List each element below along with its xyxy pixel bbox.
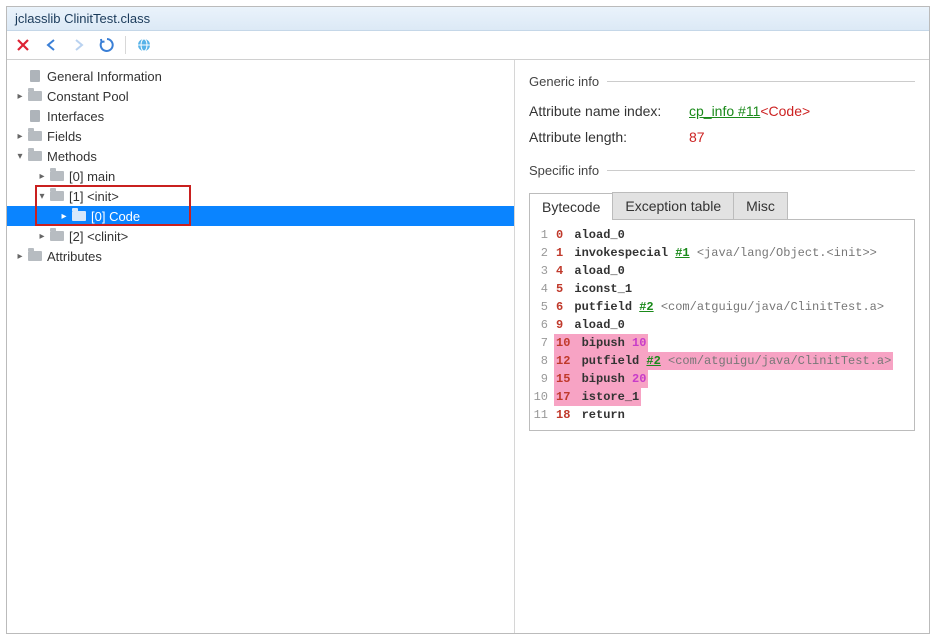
bytecode-row: 69 aload_0 <box>532 316 912 334</box>
bytecode-listing: 10 aload_021 invokespecial #1 <java/lang… <box>529 220 915 431</box>
tree-item[interactable]: ▸ [0] main <box>7 166 514 186</box>
titlebar: jclasslib ClinitTest.class <box>7 7 929 31</box>
cp-ref[interactable]: #2 <box>646 354 660 368</box>
close-icon[interactable] <box>13 35 33 55</box>
folder-icon <box>49 229 65 243</box>
chevron-right-icon[interactable]: ▸ <box>35 231 49 242</box>
chevron-right-icon[interactable]: ▸ <box>57 211 71 222</box>
tabs: BytecodeException tableMisc <box>529 192 915 220</box>
folder-icon <box>49 169 65 183</box>
globe-icon[interactable] <box>134 35 154 55</box>
folder-icon <box>27 89 43 103</box>
tree-label: Constant Pool <box>47 89 129 104</box>
chevron-right-icon[interactable]: ▸ <box>13 131 27 142</box>
cp-link[interactable]: cp_info #11 <box>689 103 760 119</box>
kv-key: Attribute length: <box>529 129 689 145</box>
bytecode-row: 710 bipush 10 <box>532 334 912 352</box>
cp-ref[interactable]: #1 <box>675 246 689 260</box>
kv-key: Attribute name index: <box>529 103 689 119</box>
generic-header: Generic info <box>529 74 915 89</box>
bytecode-row: 10 aload_0 <box>532 226 912 244</box>
tab-bytecode[interactable]: Bytecode <box>529 193 613 220</box>
tree-item[interactable]: ▸ [0] Code <box>7 206 514 226</box>
back-icon[interactable] <box>41 35 61 55</box>
tree-item[interactable]: Interfaces <box>7 106 514 126</box>
kv-value: 87 <box>689 129 705 145</box>
details-panel: Generic info Attribute name index:cp_inf… <box>515 60 929 633</box>
tree-item[interactable]: ▾ [1] <init> <box>7 186 514 206</box>
cp-ref[interactable]: #2 <box>639 300 653 314</box>
chevron-right-icon[interactable]: ▸ <box>13 91 27 102</box>
tree[interactable]: General Information ▸ Constant Pool Interfa… <box>7 60 515 633</box>
toolbar <box>7 31 929 60</box>
folder-icon <box>71 209 87 223</box>
kv-row: Attribute length:87 <box>529 129 915 145</box>
tree-label: Interfaces <box>47 109 104 124</box>
folder-icon <box>27 249 43 263</box>
tree-label: [2] <clinit> <box>69 229 128 244</box>
chevron-down-icon[interactable]: ▾ <box>13 151 27 162</box>
refresh-icon[interactable] <box>97 35 117 55</box>
folder-icon <box>49 189 65 203</box>
bytecode-row: 56 putfield #2 <com/atguigu/java/ClinitT… <box>532 298 912 316</box>
file-icon <box>27 109 43 123</box>
kv-row: Attribute name index:cp_info #11 <Code> <box>529 103 915 119</box>
bytecode-row: 45 iconst_1 <box>532 280 912 298</box>
tree-item[interactable]: ▸ Fields <box>7 126 514 146</box>
tree-label: Methods <box>47 149 97 164</box>
tree-label: Attributes <box>47 249 102 264</box>
tree-label: [1] <init> <box>69 189 119 204</box>
tree-label: [0] Code <box>91 209 140 224</box>
folder-icon <box>27 129 43 143</box>
app-window: jclasslib ClinitTest.class General Infor… <box>6 6 930 634</box>
tree-item[interactable]: ▸ Attributes <box>7 246 514 266</box>
tab-misc[interactable]: Misc <box>733 192 788 219</box>
kv-value: <Code> <box>760 103 810 119</box>
tab-exception-table[interactable]: Exception table <box>612 192 734 219</box>
folder-icon <box>27 149 43 163</box>
bytecode-row: 915 bipush 20 <box>532 370 912 388</box>
tree-item[interactable]: ▸ [2] <clinit> <box>7 226 514 246</box>
tree-item[interactable]: ▾ Methods <box>7 146 514 166</box>
specific-header: Specific info <box>529 163 915 178</box>
bytecode-row: 1118 return <box>532 406 912 424</box>
tree-label: Fields <box>47 129 82 144</box>
tree-label: [0] main <box>69 169 115 184</box>
tree-item[interactable]: General Information <box>7 66 514 86</box>
tree-item[interactable]: ▸ Constant Pool <box>7 86 514 106</box>
chevron-down-icon[interactable]: ▾ <box>35 191 49 202</box>
body: General Information ▸ Constant Pool Interfa… <box>7 60 929 633</box>
bytecode-row: 21 invokespecial #1 <java/lang/Object.<i… <box>532 244 912 262</box>
forward-icon[interactable] <box>69 35 89 55</box>
chevron-right-icon[interactable]: ▸ <box>13 251 27 262</box>
bytecode-row: 812 putfield #2 <com/atguigu/java/Clinit… <box>532 352 912 370</box>
bytecode-row: 1017 istore_1 <box>532 388 912 406</box>
chevron-right-icon[interactable]: ▸ <box>35 171 49 182</box>
window-title: jclasslib ClinitTest.class <box>15 11 150 26</box>
file-icon <box>27 69 43 83</box>
tree-label: General Information <box>47 69 162 84</box>
bytecode-row: 34 aload_0 <box>532 262 912 280</box>
